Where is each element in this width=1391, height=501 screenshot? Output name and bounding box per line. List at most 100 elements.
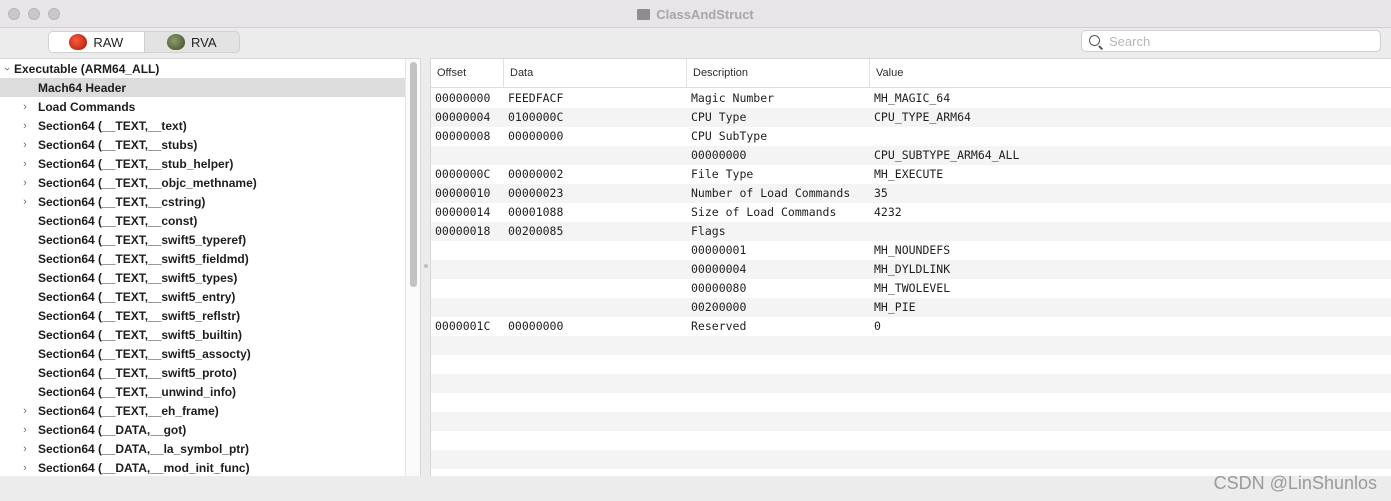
tree-item[interactable]: › Section64 (__TEXT,__cstring): [0, 192, 420, 211]
tree-item-label: Section64 (__DATA,__la_symbol_ptr): [38, 441, 249, 456]
search-field[interactable]: [1081, 30, 1381, 52]
raw-mode-label: RAW: [93, 34, 124, 50]
empty-table-row: [431, 412, 1391, 431]
chevron-right-icon[interactable]: ›: [18, 405, 32, 417]
detail-table[interactable]: Offset Data Description Value 00000000 FE…: [430, 58, 1391, 476]
rva-mode-label: RVA: [190, 34, 217, 50]
cell-value: [870, 222, 1391, 241]
rva-icon: [166, 34, 185, 50]
search-input[interactable]: [1109, 33, 1374, 49]
table-row[interactable]: 00000004 0100000C CPU Type CPU_TYPE_ARM64: [431, 108, 1391, 127]
cell-value: MH_PIE: [874, 300, 916, 314]
tree-item[interactable]: › Section64 (__TEXT,__objc_methname): [0, 173, 420, 192]
empty-table-row: [431, 355, 1391, 374]
cell-data: 00000023: [508, 186, 564, 200]
tree-item[interactable]: Mach64 Header: [0, 78, 420, 97]
cell-offset: 0000001C: [435, 319, 491, 333]
address-mode-segmented-control: RAW RVA: [48, 31, 240, 53]
chevron-right-icon[interactable]: ›: [18, 101, 32, 113]
tree-item[interactable]: › Section64 (__TEXT,__eh_frame): [0, 401, 420, 420]
cell-value: 35: [874, 186, 888, 200]
tree-item[interactable]: Section64 (__TEXT,__swift5_fieldmd): [0, 249, 420, 268]
tree-item[interactable]: Section64 (__TEXT,__swift5_reflstr): [0, 306, 420, 325]
cell-value: MH_MAGIC_64: [874, 91, 951, 105]
tree-item[interactable]: › Section64 (__TEXT,__text): [0, 116, 420, 135]
chevron-right-icon[interactable]: ›: [18, 443, 32, 455]
tree-item[interactable]: › Section64 (__TEXT,__stubs): [0, 135, 420, 154]
table-row[interactable]: 00000001 MH_NOUNDEFS: [431, 241, 1391, 260]
structure-tree[interactable]: › Executable (ARM64_ALL) Mach64 Header › L…: [0, 58, 421, 476]
tree-item[interactable]: › Section64 (__TEXT,__stub_helper): [0, 154, 420, 173]
pane-splitter[interactable]: [422, 58, 430, 476]
column-header-data[interactable]: Data: [504, 59, 687, 88]
column-header-offset[interactable]: Offset: [431, 59, 504, 88]
cell-description: 00000080: [691, 281, 747, 295]
cell-data: [504, 241, 687, 260]
empty-table-row: [431, 393, 1391, 412]
table-row[interactable]: 00000018 00200085 Flags: [431, 222, 1391, 241]
table-row[interactable]: 0000001C 00000000 Reserved 0: [431, 317, 1391, 336]
table-row[interactable]: 0000000C 00000002 File Type MH_EXECUTE: [431, 165, 1391, 184]
tree-item[interactable]: › Section64 (__DATA,__mod_init_func): [0, 458, 420, 476]
tree-item[interactable]: Section64 (__TEXT,__unwind_info): [0, 382, 420, 401]
tree-item-label: Section64 (__TEXT,__swift5_fieldmd): [38, 251, 249, 266]
cell-data: 00000000: [508, 129, 564, 143]
tree-item-label: Section64 (__TEXT,__swift5_reflstr): [38, 308, 241, 323]
raw-mode-button[interactable]: RAW: [49, 32, 145, 52]
tree-item[interactable]: Section64 (__TEXT,__swift5_types): [0, 268, 420, 287]
chevron-down-icon[interactable]: ›: [1, 62, 13, 76]
tree-item-label: Section64 (__DATA,__got): [38, 422, 187, 437]
cell-description: Size of Load Commands: [691, 205, 837, 219]
table-body: 00000000 FEEDFACF Magic Number MH_MAGIC_64 0…: [431, 88, 1391, 469]
cell-value: CPU_SUBTYPE_ARM64_ALL: [874, 148, 1020, 162]
chevron-right-icon[interactable]: ›: [18, 158, 32, 170]
tree-item[interactable]: Section64 (__TEXT,__swift5_builtin): [0, 325, 420, 344]
table-row[interactable]: 00000008 00000000 CPU SubType: [431, 127, 1391, 146]
tree-item[interactable]: Section64 (__TEXT,__swift5_assocty): [0, 344, 420, 363]
column-header-description[interactable]: Description: [687, 59, 870, 88]
tree-item[interactable]: Section64 (__TEXT,__swift5_proto): [0, 363, 420, 382]
table-row[interactable]: 00000000 CPU_SUBTYPE_ARM64_ALL: [431, 146, 1391, 165]
table-row[interactable]: 00000010 00000023 Number of Load Commands 3…: [431, 184, 1391, 203]
cell-offset: 00000010: [435, 186, 491, 200]
table-row[interactable]: 00000014 00001088 Size of Load Commands 423…: [431, 203, 1391, 222]
tree-item[interactable]: Section64 (__TEXT,__swift5_typeref): [0, 230, 420, 249]
chevron-right-icon[interactable]: ›: [18, 139, 32, 151]
table-row[interactable]: 00000080 MH_TWOLEVEL: [431, 279, 1391, 298]
chevron-right-icon[interactable]: ›: [18, 177, 32, 189]
chevron-right-icon[interactable]: ›: [18, 424, 32, 436]
tree-item-label: Section64 (__DATA,__mod_init_func): [38, 460, 250, 475]
cell-offset: 00000000: [435, 91, 491, 105]
tree-root-executable[interactable]: › Executable (ARM64_ALL): [0, 59, 420, 78]
chevron-right-icon[interactable]: ›: [18, 196, 32, 208]
table-row[interactable]: 00200000 MH_PIE: [431, 298, 1391, 317]
tree-scrollbar[interactable]: [405, 59, 420, 476]
table-row[interactable]: 00000004 MH_DYLDLINK: [431, 260, 1391, 279]
title-bar: ClassAndStruct: [0, 0, 1391, 28]
tree-item[interactable]: Section64 (__TEXT,__const): [0, 211, 420, 230]
tree-item[interactable]: › Load Commands: [0, 97, 420, 116]
tree-item-label: Section64 (__TEXT,__objc_methname): [38, 175, 257, 190]
column-header-value[interactable]: Value: [870, 59, 1391, 88]
tree-item[interactable]: › Section64 (__DATA,__la_symbol_ptr): [0, 439, 420, 458]
tree-item[interactable]: Section64 (__TEXT,__swift5_entry): [0, 287, 420, 306]
document-icon: [637, 8, 651, 20]
rva-mode-button[interactable]: RVA: [145, 32, 240, 52]
chevron-right-icon[interactable]: ›: [18, 462, 32, 474]
tree-item-label: Mach64 Header: [38, 80, 127, 95]
cell-description: CPU Type: [691, 110, 747, 124]
table-row[interactable]: 00000000 FEEDFACF Magic Number MH_MAGIC_64: [431, 89, 1391, 108]
search-icon: [1089, 35, 1100, 46]
tree-scrollbar-thumb[interactable]: [410, 62, 417, 287]
tree-item-label: Section64 (__TEXT,__swift5_typeref): [38, 232, 247, 247]
cell-offset: [431, 241, 504, 260]
tree-item[interactable]: › Section64 (__DATA,__got): [0, 420, 420, 439]
empty-table-row: [431, 431, 1391, 450]
cell-value: MH_DYLDLINK: [874, 262, 951, 276]
cell-data: [504, 146, 687, 165]
tree-item-label: Section64 (__TEXT,__swift5_types): [38, 270, 238, 285]
cell-value: [870, 127, 1391, 146]
chevron-right-icon[interactable]: ›: [18, 120, 32, 132]
tree-item-label: Section64 (__TEXT,__swift5_builtin): [38, 327, 243, 342]
cell-data: [504, 298, 687, 317]
